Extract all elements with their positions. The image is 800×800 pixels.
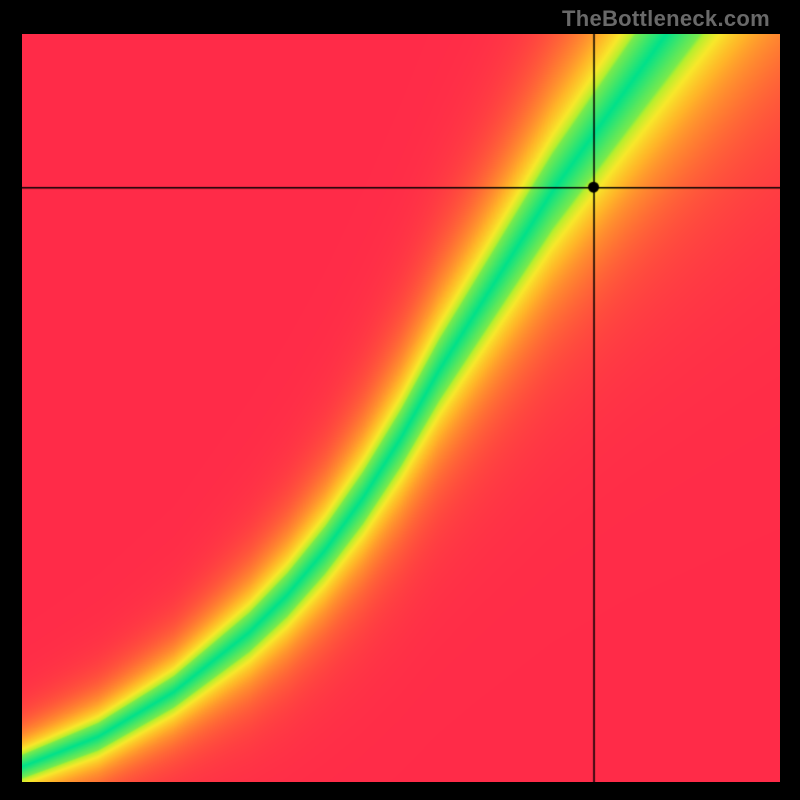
attribution-text: TheBottleneck.com — [562, 6, 770, 32]
heatmap-canvas — [22, 34, 780, 782]
bottleneck-heatmap — [22, 34, 780, 782]
